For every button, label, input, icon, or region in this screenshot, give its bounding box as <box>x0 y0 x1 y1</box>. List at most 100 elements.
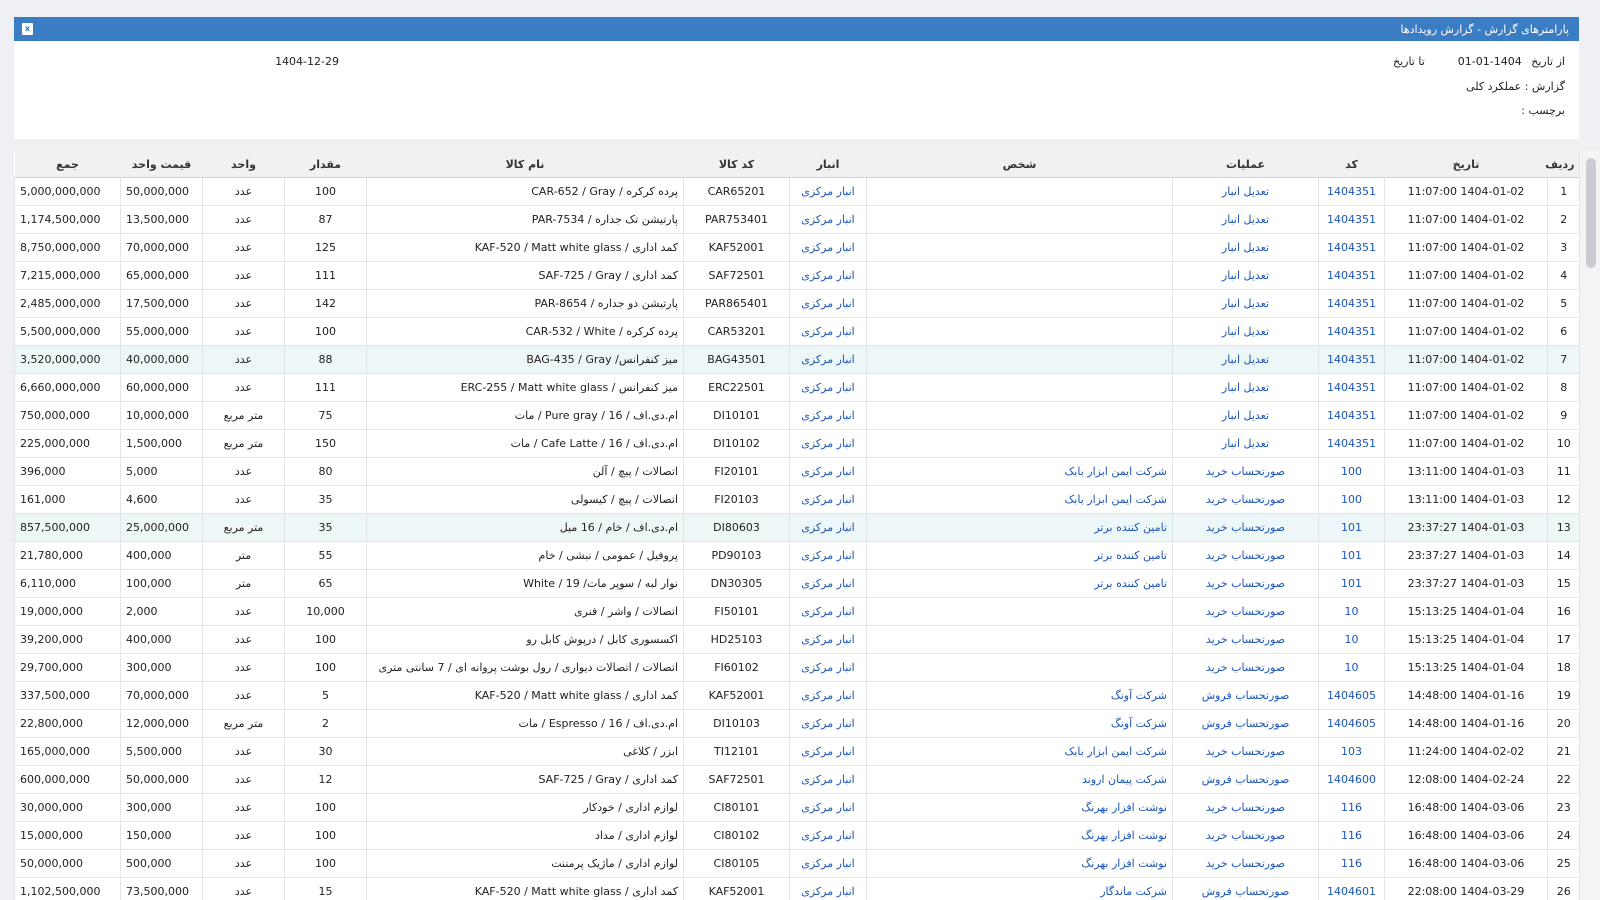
table-row[interactable]: 11 1404-01-03 13:11:00 100 صورتحساب خرید شرک… <box>14 457 1579 486</box>
person-link[interactable]: شرکت آونگ <box>1111 689 1167 702</box>
person-link[interactable]: شرکت ایمن ابزار بابک <box>1064 465 1167 478</box>
table-row[interactable]: 5 1404-01-02 11:07:00 1404351 تعدیل انبار ان… <box>14 289 1579 318</box>
code-link[interactable]: 101 <box>1341 577 1362 590</box>
column-header-unit-price[interactable]: قیمت واحد <box>120 151 203 178</box>
table-row[interactable]: 25 1404-03-06 16:48:00 116 صورتحساب خرید نوش… <box>14 849 1579 878</box>
column-header-warehouse[interactable]: انبار <box>789 151 867 178</box>
cell-code[interactable]: 1404351 <box>1318 177 1385 206</box>
cell-code[interactable]: 1404351 <box>1318 205 1385 234</box>
code-link[interactable]: 1404351 <box>1327 437 1376 450</box>
cell-code[interactable]: 116 <box>1318 793 1385 822</box>
table-row[interactable]: 8 1404-01-02 11:07:00 1404351 تعدیل انبار ان… <box>14 373 1579 402</box>
table-row[interactable]: 9 1404-01-02 11:07:00 1404351 تعدیل انبار ان… <box>14 401 1579 430</box>
table-row[interactable]: 12 1404-01-03 13:11:00 100 صورتحساب خرید شرک… <box>14 485 1579 514</box>
warehouse-link[interactable]: انبار مرکزی <box>801 437 854 450</box>
cell-warehouse[interactable]: انبار مرکزی <box>789 597 867 626</box>
cell-person[interactable]: نوشت افزار بهرنگ <box>866 793 1173 822</box>
cell-warehouse[interactable]: انبار مرکزی <box>789 877 867 900</box>
code-link[interactable]: 1404351 <box>1327 297 1376 310</box>
warehouse-link[interactable]: انبار مرکزی <box>801 549 854 562</box>
cell-code[interactable]: 1404351 <box>1318 261 1385 290</box>
code-link[interactable]: 1404605 <box>1327 689 1376 702</box>
code-link[interactable]: 10 <box>1345 605 1359 618</box>
code-link[interactable]: 1404605 <box>1327 717 1376 730</box>
code-link[interactable]: 1404351 <box>1327 185 1376 198</box>
table-row[interactable]: 23 1404-03-06 16:48:00 116 صورتحساب خرید نوش… <box>14 793 1579 822</box>
cell-warehouse[interactable]: انبار مرکزی <box>789 429 867 458</box>
cell-operation[interactable]: تعدیل انبار <box>1172 205 1319 234</box>
warehouse-link[interactable]: انبار مرکزی <box>801 353 854 366</box>
column-header-quantity[interactable]: مقدار <box>284 151 367 178</box>
cell-operation[interactable]: صورتحساب فروش <box>1172 709 1319 738</box>
warehouse-link[interactable]: انبار مرکزی <box>801 829 854 842</box>
person-link[interactable]: شرکت ماندگار <box>1100 885 1167 898</box>
scrollbar-thumb[interactable] <box>1586 158 1596 268</box>
code-link[interactable]: 10 <box>1345 633 1359 646</box>
cell-code[interactable]: 1404605 <box>1318 681 1385 710</box>
cell-code[interactable]: 101 <box>1318 541 1385 570</box>
person-link[interactable]: شرکت آونگ <box>1111 717 1167 730</box>
table-row[interactable]: 1 1404-01-02 11:07:00 1404351 تعدیل انبار ان… <box>14 177 1579 206</box>
cell-operation[interactable]: تعدیل انبار <box>1172 177 1319 206</box>
operation-link[interactable]: صورتحساب فروش <box>1202 717 1290 730</box>
operation-link[interactable]: تعدیل انبار <box>1222 325 1269 338</box>
operation-link[interactable]: تعدیل انبار <box>1222 213 1269 226</box>
table-row[interactable]: 20 1404-01-16 14:48:00 1404605 صورتحساب فرو… <box>14 709 1579 738</box>
cell-warehouse[interactable]: انبار مرکزی <box>789 457 867 486</box>
person-link[interactable]: شرکت ایمن ابزار بابک <box>1064 493 1167 506</box>
table-row[interactable]: 22 1404-02-24 12:08:00 1404600 صورتحساب فرو… <box>14 765 1579 794</box>
cell-operation[interactable]: صورتحساب فروش <box>1172 765 1319 794</box>
table-row[interactable]: 6 1404-01-02 11:07:00 1404351 تعدیل انبار ان… <box>14 317 1579 346</box>
cell-operation[interactable]: تعدیل انبار <box>1172 401 1319 430</box>
column-header-person[interactable]: شخص <box>866 151 1173 178</box>
cell-operation[interactable]: صورتحساب خرید <box>1172 737 1319 766</box>
cell-warehouse[interactable]: انبار مرکزی <box>789 373 867 402</box>
cell-code[interactable]: 103 <box>1318 737 1385 766</box>
operation-link[interactable]: صورتحساب خرید <box>1206 549 1285 562</box>
operation-link[interactable]: صورتحساب خرید <box>1206 801 1285 814</box>
column-header-code[interactable]: کد <box>1318 151 1385 178</box>
operation-link[interactable]: تعدیل انبار <box>1222 241 1269 254</box>
excel-export-icon[interactable]: x <box>22 23 33 35</box>
operation-link[interactable]: تعدیل انبار <box>1222 409 1269 422</box>
code-link[interactable]: 100 <box>1341 493 1362 506</box>
cell-operation[interactable]: صورتحساب خرید <box>1172 653 1319 682</box>
cell-person[interactable]: شرکت آونگ <box>866 681 1173 710</box>
cell-operation[interactable]: صورتحساب فروش <box>1172 877 1319 900</box>
table-row[interactable]: 10 1404-01-02 11:07:00 1404351 تعدیل انبار ا… <box>14 429 1579 458</box>
cell-warehouse[interactable]: انبار مرکزی <box>789 345 867 374</box>
operation-link[interactable]: صورتحساب خرید <box>1206 829 1285 842</box>
code-link[interactable]: 100 <box>1341 465 1362 478</box>
cell-warehouse[interactable]: انبار مرکزی <box>789 737 867 766</box>
cell-warehouse[interactable]: انبار مرکزی <box>789 261 867 290</box>
code-link[interactable]: 1404351 <box>1327 325 1376 338</box>
person-link[interactable]: شرکت پیمان اروند <box>1082 773 1167 786</box>
table-row[interactable]: 24 1404-03-06 16:48:00 116 صورتحساب خرید نوش… <box>14 821 1579 850</box>
operation-link[interactable]: صورتحساب خرید <box>1206 493 1285 506</box>
cell-code[interactable]: 1404351 <box>1318 233 1385 262</box>
code-link[interactable]: 116 <box>1341 857 1362 870</box>
cell-code[interactable]: 116 <box>1318 849 1385 878</box>
warehouse-link[interactable]: انبار مرکزی <box>801 185 854 198</box>
cell-operation[interactable]: تعدیل انبار <box>1172 429 1319 458</box>
cell-warehouse[interactable]: انبار مرکزی <box>789 317 867 346</box>
cell-person[interactable]: شرکت پیمان اروند <box>866 765 1173 794</box>
cell-code[interactable]: 1404351 <box>1318 401 1385 430</box>
table-row[interactable]: 16 1404-01-04 15:13:25 10 صورتحساب خرید انبا… <box>14 597 1579 626</box>
cell-code[interactable]: 1404351 <box>1318 317 1385 346</box>
operation-link[interactable]: صورتحساب فروش <box>1202 773 1290 786</box>
cell-warehouse[interactable]: انبار مرکزی <box>789 513 867 542</box>
cell-warehouse[interactable]: انبار مرکزی <box>789 289 867 318</box>
warehouse-link[interactable]: انبار مرکزی <box>801 297 854 310</box>
cell-warehouse[interactable]: انبار مرکزی <box>789 569 867 598</box>
person-link[interactable]: نوشت افزار بهرنگ <box>1081 829 1167 842</box>
cell-operation[interactable]: صورتحساب خرید <box>1172 569 1319 598</box>
warehouse-link[interactable]: انبار مرکزی <box>801 633 854 646</box>
table-row[interactable]: 3 1404-01-02 11:07:00 1404351 تعدیل انبار ان… <box>14 233 1579 262</box>
cell-person[interactable]: شرکت ماندگار <box>866 877 1173 900</box>
cell-code[interactable]: 1404601 <box>1318 877 1385 900</box>
operation-link[interactable]: تعدیل انبار <box>1222 297 1269 310</box>
operation-link[interactable]: صورتحساب خرید <box>1206 633 1285 646</box>
operation-link[interactable]: تعدیل انبار <box>1222 185 1269 198</box>
cell-operation[interactable]: صورتحساب خرید <box>1172 457 1319 486</box>
